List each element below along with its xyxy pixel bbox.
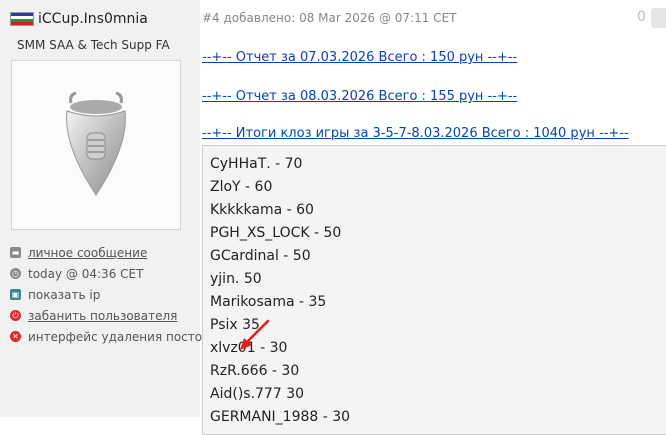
- clock-icon: ◷: [10, 268, 21, 279]
- like-button[interactable]: [651, 8, 666, 28]
- like-count: 0: [637, 9, 646, 25]
- show-ip-button[interactable]: показать ip: [28, 288, 100, 302]
- red-arrow-icon: [240, 319, 270, 350]
- delete-icon: ✕: [10, 331, 21, 342]
- result-line: Marikosama - 35: [210, 294, 327, 310]
- result-line: GERMANI_1988 - 30: [210, 409, 351, 425]
- post-meta: #4 добавлено: 08 Mar 2026 @ 07:11 CET: [202, 11, 457, 25]
- result-line: yjin. 50: [210, 271, 262, 287]
- ban-icon: ⏻: [10, 310, 21, 321]
- message-icon: ▬: [10, 247, 21, 258]
- result-line: PGH_XS_LOCK - 50: [210, 225, 342, 241]
- delete-posts-button[interactable]: интерфейс удаления постов: [28, 330, 209, 344]
- last-seen-time: today @ 04:36 CET: [28, 266, 144, 281]
- user-title: SMM SAA & Tech Supp FA: [17, 38, 170, 52]
- action-private-message: ▬ личное сообщение: [10, 242, 209, 263]
- user-actions: ▬ личное сообщение ◷ today @ 04:36 CET ▣…: [10, 242, 209, 347]
- action-delete-posts: ✕ интерфейс удаления постов: [10, 326, 209, 347]
- user-panel: iCCup.Ins0mnia SMM SAA & Tech Supp FA ▬ …: [0, 0, 209, 417]
- trophy-icon: [66, 91, 126, 196]
- report-link-0803[interactable]: --+-- Отчет за 08.03.2026 Всего : 155 ру…: [202, 89, 517, 104]
- result-line: RzR.666 - 30: [210, 363, 300, 379]
- result-line: Aid()s.777 30: [210, 386, 305, 402]
- result-line: Kkkkkama - 60: [210, 202, 314, 218]
- result-line: ZloY - 60: [210, 179, 273, 195]
- action-show-ip: ▣ показать ip: [10, 284, 209, 305]
- user-header: iCCup.Ins0mnia: [10, 10, 148, 28]
- ip-icon: ▣: [10, 289, 21, 300]
- username[interactable]: iCCup.Ins0mnia: [38, 11, 148, 27]
- action-ban-user: ⏻ забанить пользователя: [10, 305, 209, 326]
- country-flag-icon: [10, 12, 34, 26]
- ban-user-link[interactable]: забанить пользователя: [28, 309, 177, 323]
- avatar: [11, 60, 181, 230]
- private-message-link[interactable]: личное сообщение: [28, 246, 147, 260]
- result-line: GCardinal - 50: [210, 248, 311, 264]
- report-link-0703[interactable]: --+-- Отчет за 07.03.2026 Всего : 150 ру…: [202, 50, 517, 65]
- result-line: СуННаТ. - 70: [210, 156, 303, 172]
- action-last-seen: ◷ today @ 04:36 CET: [10, 263, 209, 284]
- report-link-summary[interactable]: --+-- Итоги клоз игры за 3-5-7-8.03.2026…: [202, 126, 629, 141]
- results-quote-box: СуННаТ. - 70 ZloY - 60 Kkkkkama - 60 PGH…: [202, 145, 666, 435]
